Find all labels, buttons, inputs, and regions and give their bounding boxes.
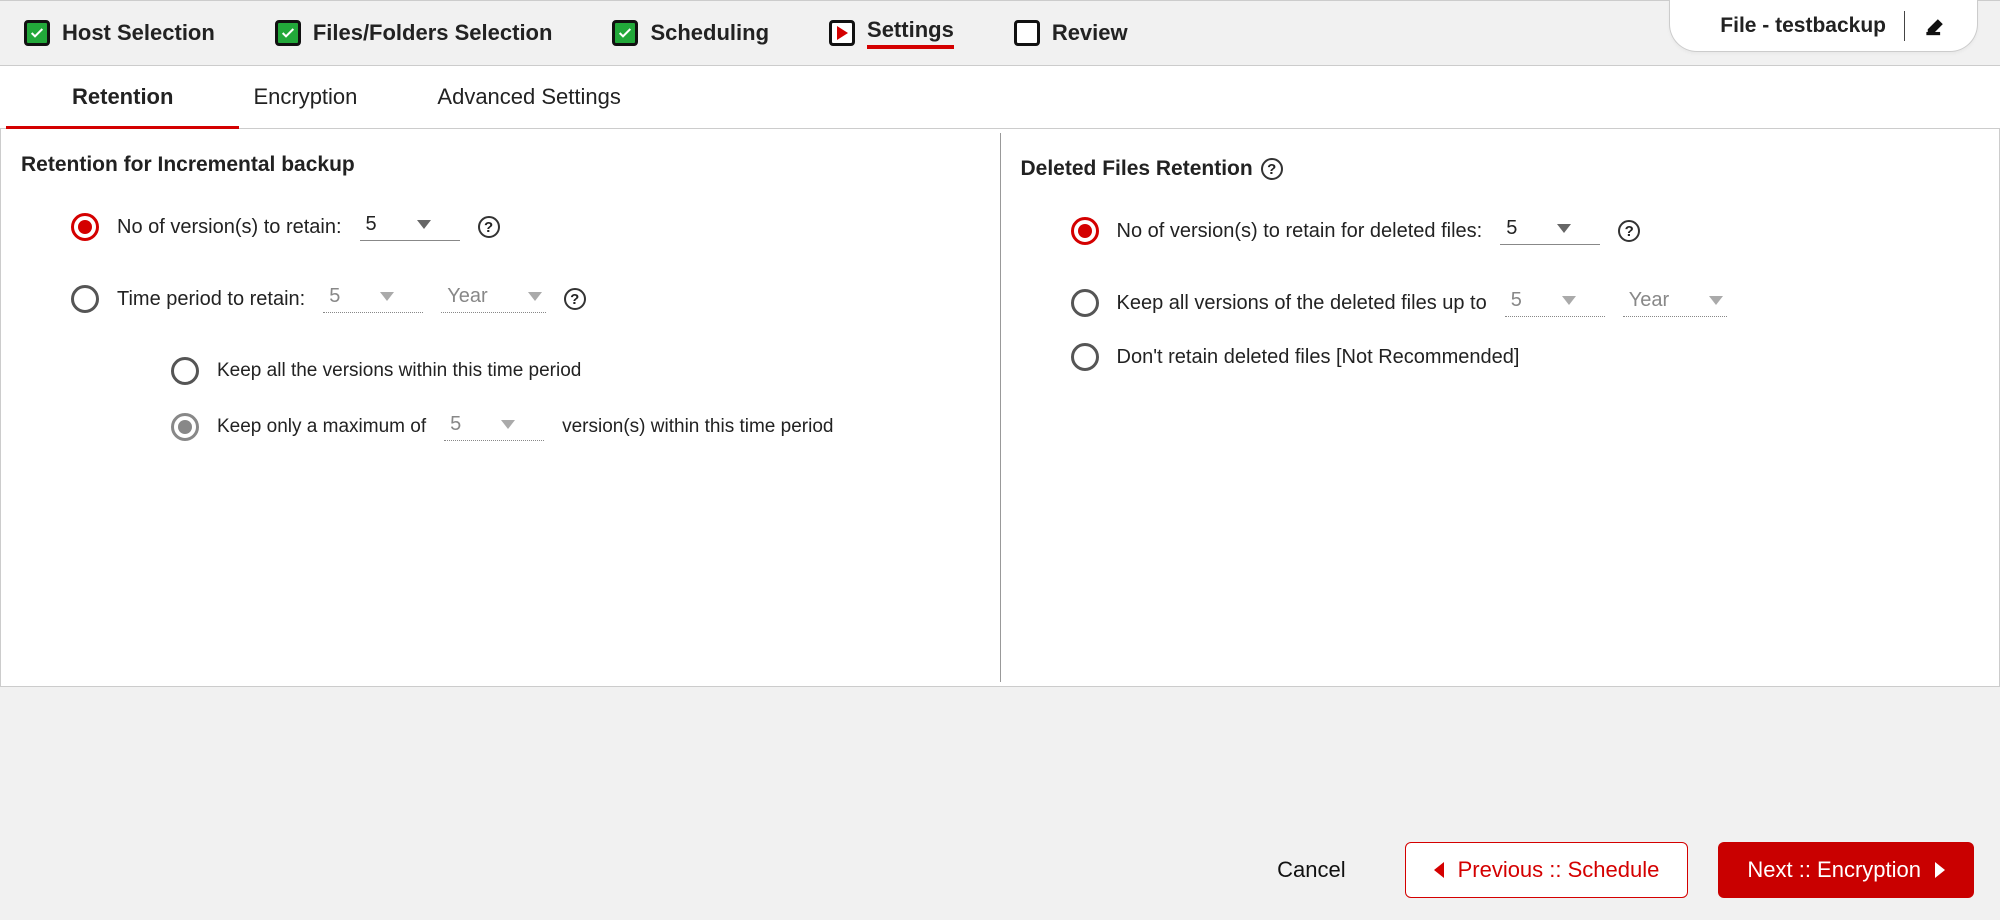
radio-dont-retain[interactable]	[1071, 343, 1099, 371]
check-icon	[612, 20, 638, 46]
select-value: 5	[366, 213, 377, 236]
deleted-retention-column: Deleted Files Retention ? No of version(…	[1000, 133, 2000, 682]
button-label: Next :: Encryption	[1747, 857, 1921, 883]
job-title: File - testbackup	[1720, 14, 1886, 38]
option-label: No of version(s) to retain for deleted f…	[1117, 220, 1483, 243]
chevron-down-icon	[1709, 296, 1723, 305]
button-label: Previous :: Schedule	[1458, 857, 1660, 883]
settings-subtabs: Retention Encryption Advanced Settings	[0, 66, 2000, 129]
select-deleted-time-unit[interactable]: Year	[1623, 289, 1727, 317]
wizard-footer: Cancel Previous :: Schedule Next :: Encr…	[0, 820, 2000, 920]
retention-panel: Retention for Incremental backup No of v…	[0, 129, 2000, 687]
option-label: Time period to retain:	[117, 288, 305, 311]
cancel-button[interactable]: Cancel	[1248, 842, 1374, 898]
radio-deleted-versions[interactable]	[1071, 217, 1099, 245]
option-versions-to-retain: No of version(s) to retain: 5 ?	[71, 213, 980, 241]
option-deleted-time-period: Keep all versions of the deleted files u…	[1071, 289, 1980, 317]
step-label: Scheduling	[650, 20, 769, 46]
panel-title-text: Deleted Files Retention	[1021, 157, 1253, 181]
help-icon[interactable]: ?	[1618, 220, 1640, 242]
select-deleted-time-value[interactable]: 5	[1505, 289, 1605, 317]
check-icon	[275, 20, 301, 46]
option-label: Keep all the versions within this time p…	[217, 360, 581, 382]
previous-button[interactable]: Previous :: Schedule	[1405, 842, 1689, 898]
select-value: 5	[329, 285, 340, 308]
step-label: Review	[1052, 20, 1128, 46]
select-value: 5	[1511, 289, 1522, 312]
job-info-tab: File - testbackup	[1669, 0, 1978, 52]
select-versions-count[interactable]: 5	[360, 213, 460, 241]
check-icon	[24, 20, 50, 46]
button-label: Cancel	[1277, 857, 1345, 883]
radio-keep-all[interactable]	[171, 357, 199, 385]
select-time-unit[interactable]: Year	[441, 285, 545, 313]
option-keep-max-versions: Keep only a maximum of 5 version(s) with…	[171, 413, 980, 441]
select-value: 5	[1506, 217, 1517, 240]
radio-time-period[interactable]	[71, 285, 99, 313]
option-time-period: Time period to retain: 5 Year ?	[71, 285, 980, 313]
option-deleted-versions: No of version(s) to retain for deleted f…	[1071, 217, 1980, 245]
option-keep-all-versions: Keep all the versions within this time p…	[171, 357, 980, 385]
chevron-right-icon	[1935, 862, 1945, 878]
play-icon	[829, 20, 855, 46]
tab-encryption[interactable]: Encryption	[253, 84, 357, 128]
step-settings[interactable]: Settings	[829, 17, 954, 49]
chevron-down-icon	[1562, 296, 1576, 305]
chevron-down-icon	[1557, 224, 1571, 233]
chevron-left-icon	[1434, 862, 1444, 878]
option-label: Keep all versions of the deleted files u…	[1117, 292, 1487, 315]
empty-icon	[1014, 20, 1040, 46]
option-label: version(s) within this time period	[562, 416, 833, 438]
select-deleted-versions-count[interactable]: 5	[1500, 217, 1600, 245]
step-host-selection[interactable]: Host Selection	[24, 20, 215, 46]
step-label: Settings	[867, 17, 954, 49]
tab-advanced-settings[interactable]: Advanced Settings	[437, 84, 620, 128]
help-icon[interactable]: ?	[564, 288, 586, 310]
select-value: Year	[447, 285, 487, 308]
option-dont-retain: Don't retain deleted files [Not Recommen…	[1071, 343, 1980, 371]
incremental-retention-column: Retention for Incremental backup No of v…	[1, 129, 1000, 686]
option-label: Keep only a maximum of	[217, 416, 426, 438]
select-value: 5	[450, 413, 461, 436]
select-max-versions[interactable]: 5	[444, 413, 544, 441]
step-review[interactable]: Review	[1014, 20, 1128, 46]
select-time-value[interactable]: 5	[323, 285, 423, 313]
edit-job-button[interactable]	[1923, 13, 1949, 39]
option-label: Don't retain deleted files [Not Recommen…	[1117, 346, 1520, 369]
help-icon[interactable]: ?	[1261, 158, 1283, 180]
divider	[1904, 11, 1905, 41]
select-value: Year	[1629, 289, 1669, 312]
radio-keep-max[interactable]	[171, 413, 199, 441]
tab-retention[interactable]: Retention	[72, 84, 173, 128]
panel-title: Deleted Files Retention ?	[1021, 157, 1980, 181]
panel-title: Retention for Incremental backup	[21, 153, 980, 177]
option-label: No of version(s) to retain:	[117, 216, 342, 239]
step-files-selection[interactable]: Files/Folders Selection	[275, 20, 553, 46]
radio-deleted-time[interactable]	[1071, 289, 1099, 317]
chevron-down-icon	[501, 420, 515, 429]
edit-icon	[1925, 15, 1947, 37]
step-label: Files/Folders Selection	[313, 20, 553, 46]
step-scheduling[interactable]: Scheduling	[612, 20, 769, 46]
next-button[interactable]: Next :: Encryption	[1718, 842, 1974, 898]
radio-versions[interactable]	[71, 213, 99, 241]
step-label: Host Selection	[62, 20, 215, 46]
help-icon[interactable]: ?	[478, 216, 500, 238]
chevron-down-icon	[417, 220, 431, 229]
chevron-down-icon	[528, 292, 542, 301]
chevron-down-icon	[380, 292, 394, 301]
